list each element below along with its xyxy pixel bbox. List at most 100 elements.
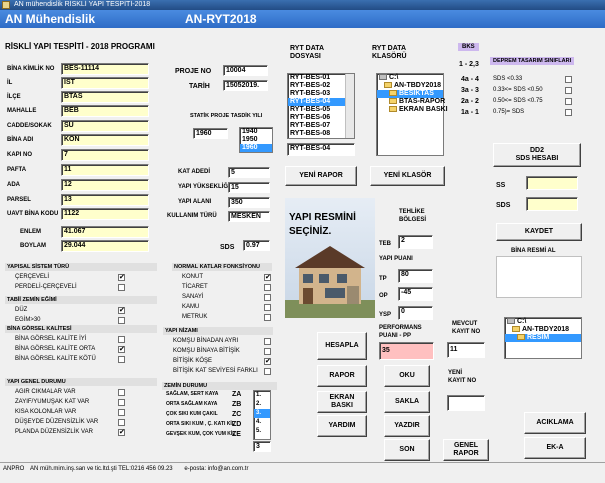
ryt-list-scrollbar[interactable] (345, 74, 354, 138)
normal-kat-checkbox[interactable] (264, 274, 271, 281)
ryt-list-item[interactable]: RYT-BES-08 (288, 130, 345, 138)
mid-value-0[interactable]: 5 (228, 167, 270, 178)
ryt-list-item[interactable]: RYT-BES-04 (288, 98, 345, 106)
son-button[interactable]: SON (384, 439, 430, 461)
gorsel-checkbox[interactable] (118, 346, 125, 353)
zemin-list-item[interactable]: 2. (254, 400, 270, 409)
ryt-list-item[interactable]: RYT-BES-07 (288, 122, 345, 130)
field-value-8[interactable]: 12 (61, 179, 149, 191)
normal-kat-checkbox[interactable] (264, 304, 271, 311)
zemin-value[interactable]: 3 (253, 441, 271, 452)
ryt-list-item[interactable]: RYT-BES-05 (288, 106, 345, 114)
deprem-checkbox[interactable] (565, 98, 572, 105)
zemin-list-item[interactable]: 4. (254, 418, 270, 427)
field-value-3[interactable]: BEB (61, 105, 149, 117)
nizam-checkbox[interactable] (264, 338, 271, 345)
ryt-data-list[interactable]: RYT-BES-01 RYT-BES-02 RYT-BES-03 RYT-BES-04… (287, 73, 355, 139)
zemin-list-item[interactable]: 3. (254, 409, 270, 418)
teb-field[interactable]: 2 (398, 235, 433, 249)
field-value-7[interactable]: 11 (61, 164, 149, 176)
eka-button[interactable]: EK-A (524, 437, 586, 459)
ysp-field[interactable]: 0 (398, 306, 433, 320)
ryt-folder-item[interactable]: AN-TBDY2018 (377, 82, 443, 90)
pp-field[interactable]: 35 (379, 342, 434, 360)
genel-durum-checkbox[interactable] (118, 399, 125, 406)
nizam-checkbox[interactable] (264, 368, 271, 375)
ryt-folder-item[interactable]: BESİKTAS (377, 90, 443, 98)
normal-kat-checkbox[interactable] (264, 284, 271, 291)
deprem-checkbox[interactable] (565, 109, 572, 116)
field-value-11[interactable]: 41.067 (61, 226, 149, 238)
yeni-klasor-button[interactable]: YENİ KLASÖR (370, 166, 445, 186)
field-value-5[interactable]: KON (61, 134, 149, 146)
ryt-list-item[interactable]: RYT-BES-03 (288, 90, 345, 98)
zemin-list[interactable]: 1. 2. 3. 4. 5. (253, 390, 271, 440)
field-value-9[interactable]: 13 (61, 194, 149, 206)
bina-resim-folder[interactable]: C:\ AN-TBDY2018 RESIM (504, 317, 582, 359)
normal-kat-checkbox[interactable] (264, 314, 271, 321)
gorsel-checkbox[interactable] (118, 336, 125, 343)
ryt-list-item[interactable]: RYT-BES-06 (288, 114, 345, 122)
yazdir-button[interactable]: YAZDIR (384, 415, 430, 437)
normal-kat-checkbox[interactable] (264, 294, 271, 301)
ryt-folder-item[interactable]: C:\ (377, 74, 443, 82)
deprem-checkbox[interactable] (565, 76, 572, 83)
sistem-checkbox[interactable] (118, 274, 125, 281)
bina-folder-item[interactable]: AN-TBDY2018 (505, 326, 581, 334)
hesapla-button[interactable]: HESAPLA (317, 332, 367, 360)
oku-button[interactable]: OKU (384, 365, 430, 387)
statik-option[interactable]: 1960 (240, 144, 272, 152)
tarih-field[interactable]: 15052019. (223, 80, 268, 91)
mid-value-2[interactable]: 350 (228, 197, 270, 208)
ryt-folder-tree[interactable]: C:\ AN-TBDY2018 BESİKTAS BTAS-RAPOR EKRAN BA… (376, 73, 448, 156)
ryt-current-file[interactable]: RYT-BES-04 (287, 143, 355, 156)
yardim-button[interactable]: YARDIM (317, 415, 367, 437)
sds-field[interactable]: 0.97 (243, 240, 270, 251)
dd2-sds-button[interactable]: DD2 SDS HESABI (493, 143, 581, 167)
yeni-rapor-button[interactable]: YENİ RAPOR (285, 166, 357, 186)
gorsel-checkbox[interactable] (118, 356, 125, 363)
field-value-10[interactable]: 1122 (61, 208, 149, 220)
field-value-6[interactable]: 7 (61, 149, 149, 161)
aciklama-button[interactable]: ACIKLAMA (524, 412, 586, 434)
bina-folder-item[interactable]: RESIM (505, 334, 581, 342)
zemin-list-item[interactable]: 1. (254, 391, 270, 400)
sakla-button[interactable]: SAKLA (384, 391, 430, 413)
kaydet-button[interactable]: KAYDET (496, 223, 582, 241)
ekran-baski-button[interactable]: EKRAN BASKI (317, 391, 367, 413)
sds-calc-field[interactable] (526, 197, 578, 211)
yeni-kayit-field[interactable] (447, 395, 485, 411)
nizam-checkbox[interactable] (264, 358, 271, 365)
ryt-list-item[interactable]: RYT-BES-01 (288, 74, 345, 82)
statik-option[interactable]: 1950 (240, 136, 272, 144)
proje-no-field[interactable]: 10004 (223, 65, 268, 76)
genel-durum-checkbox[interactable] (118, 389, 125, 396)
tp-field[interactable]: 80 (398, 269, 433, 283)
ryt-folder-item[interactable]: EKRAN BASKI (377, 106, 448, 114)
ss-field[interactable] (526, 176, 578, 190)
rapor-button[interactable]: RAPOR (317, 365, 367, 387)
statik-year-field[interactable]: 1960 (193, 128, 228, 139)
ryt-folder-item[interactable]: BTAS-RAPOR (377, 98, 445, 106)
mid-value-1[interactable]: 15 (228, 182, 270, 193)
op-field[interactable]: -45 (398, 287, 433, 301)
field-value-12[interactable]: 29.044 (61, 240, 149, 252)
zemin-list-item[interactable]: 5. (254, 427, 270, 436)
field-value-2[interactable]: BTAS (61, 91, 149, 103)
zemin-egimi-checkbox[interactable] (118, 307, 125, 314)
building-image[interactable]: YAPI RESMİNİ SEÇİNİZ. (285, 198, 375, 318)
statik-option[interactable]: 1940 (240, 128, 272, 136)
zemin-egimi-checkbox[interactable] (118, 317, 125, 324)
genel-durum-checkbox[interactable] (118, 429, 125, 436)
field-value-0[interactable]: BES-11114 (61, 63, 149, 75)
bina-folder-item[interactable]: C:\ (505, 318, 581, 326)
sistem-checkbox[interactable] (118, 284, 125, 291)
genel-durum-checkbox[interactable] (118, 419, 125, 426)
statik-year-list[interactable]: 1940 1950 1960 (239, 127, 273, 153)
mid-value-3[interactable]: MESKEN (228, 211, 270, 222)
nizam-checkbox[interactable] (264, 348, 271, 355)
ryt-list-item[interactable]: RYT-BES-02 (288, 82, 345, 90)
genel-durum-checkbox[interactable] (118, 409, 125, 416)
mevcut-kayit-field[interactable]: 11 (447, 342, 485, 358)
field-value-4[interactable]: SU (61, 120, 149, 132)
